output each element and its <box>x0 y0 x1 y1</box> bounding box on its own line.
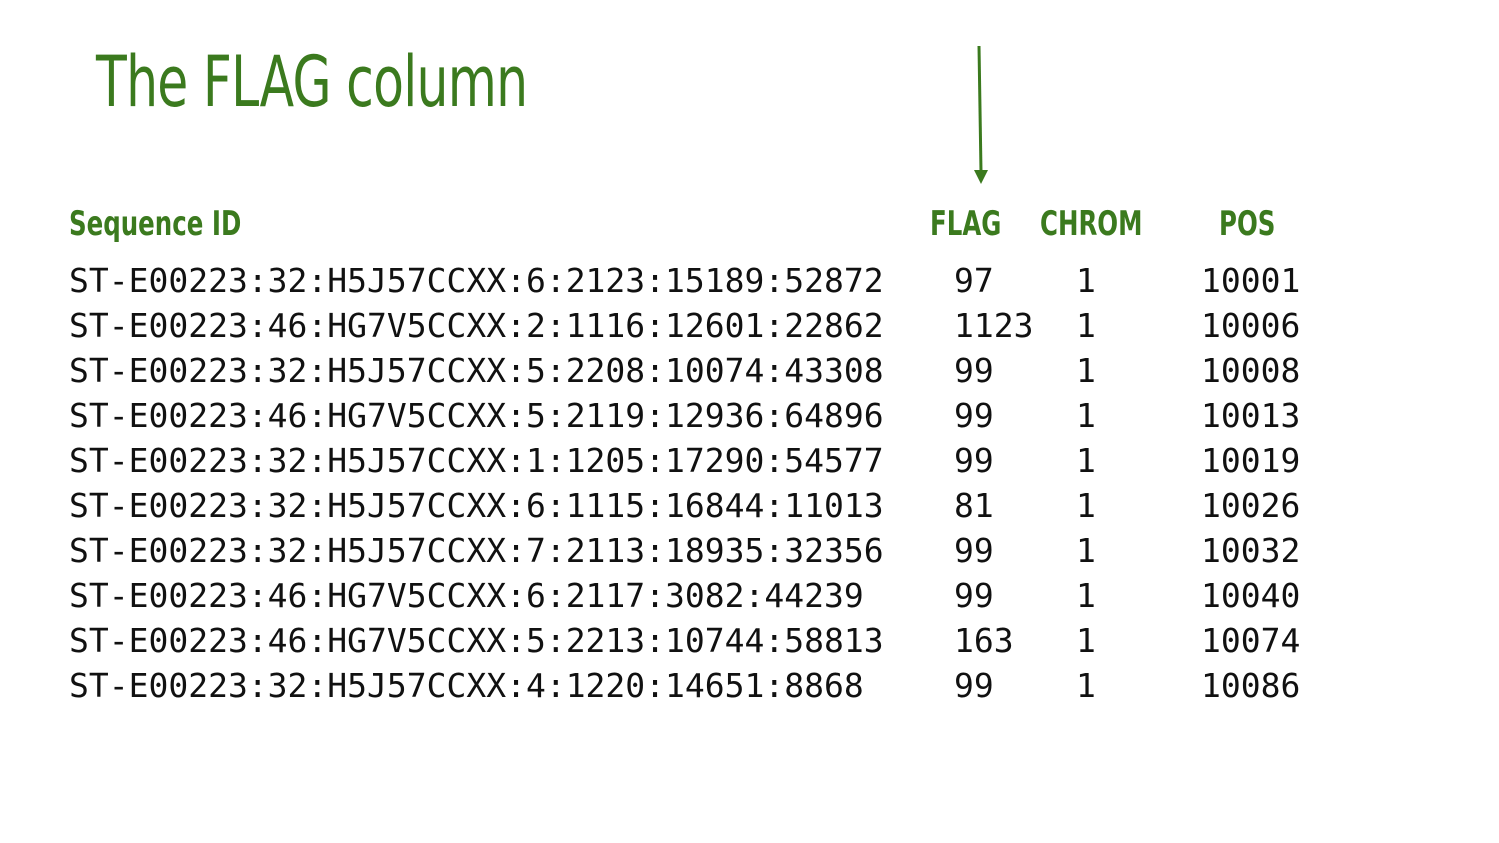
cell-pos: 10019 <box>1201 441 1301 480</box>
table-row: ST-E00223:32:H5J57CCXX:5:2208:10074:4330… <box>0 348 1499 393</box>
header-chrom: CHROM <box>1040 204 1143 244</box>
cell-flag: 99 <box>954 351 994 390</box>
table-row: ST-E00223:32:H5J57CCXX:6:2123:15189:5287… <box>0 258 1499 303</box>
table-row: ST-E00223:46:HG7V5CCXX:6:2117:3082:44239… <box>0 573 1499 618</box>
cell-flag: 99 <box>954 531 994 570</box>
cell-pos: 10008 <box>1201 351 1301 390</box>
cell-chrom: 1 <box>1076 441 1096 480</box>
header-pos: POS <box>1219 204 1276 244</box>
cell-chrom: 1 <box>1076 351 1096 390</box>
header-flag: FLAG <box>930 204 1002 244</box>
cell-sequence-id: ST-E00223:32:H5J57CCXX:4:1220:14651:8868 <box>69 666 864 705</box>
cell-chrom: 1 <box>1076 666 1096 705</box>
cell-sequence-id: ST-E00223:32:H5J57CCXX:6:2123:15189:5287… <box>69 261 884 300</box>
cell-chrom: 1 <box>1076 396 1096 435</box>
cell-pos: 10026 <box>1201 486 1301 525</box>
table-row: ST-E00223:32:H5J57CCXX:6:1115:16844:1101… <box>0 483 1499 528</box>
cell-chrom: 1 <box>1076 576 1096 615</box>
cell-sequence-id: ST-E00223:32:H5J57CCXX:1:1205:17290:5457… <box>69 441 884 480</box>
table-row: ST-E00223:46:HG7V5CCXX:5:2119:12936:6489… <box>0 393 1499 438</box>
table-row: ST-E00223:46:HG7V5CCXX:5:2213:10744:5881… <box>0 618 1499 663</box>
slide-title: The FLAG column <box>96 41 528 123</box>
cell-sequence-id: ST-E00223:46:HG7V5CCXX:2:1116:12601:2286… <box>69 306 884 345</box>
cell-chrom: 1 <box>1076 621 1096 660</box>
cell-chrom: 1 <box>1076 486 1096 525</box>
cell-chrom: 1 <box>1076 306 1096 345</box>
cell-flag: 1123 <box>954 306 1034 345</box>
slide: The FLAG column Sequence ID FLAG CHROM P… <box>0 0 1499 843</box>
cell-sequence-id: ST-E00223:32:H5J57CCXX:7:2113:18935:3235… <box>69 531 884 570</box>
cell-flag: 81 <box>954 486 994 525</box>
cell-pos: 10086 <box>1201 666 1301 705</box>
cell-sequence-id: ST-E00223:32:H5J57CCXX:6:1115:16844:1101… <box>69 486 884 525</box>
cell-flag: 99 <box>954 576 994 615</box>
cell-flag: 163 <box>954 621 1014 660</box>
cell-chrom: 1 <box>1076 261 1096 300</box>
down-arrow-icon <box>974 45 988 184</box>
cell-pos: 10001 <box>1201 261 1301 300</box>
cell-sequence-id: ST-E00223:46:HG7V5CCXX:6:2117:3082:44239 <box>69 576 864 615</box>
cell-pos: 10006 <box>1201 306 1301 345</box>
cell-pos: 10074 <box>1201 621 1301 660</box>
table-row: ST-E00223:46:HG7V5CCXX:2:1116:12601:2286… <box>0 303 1499 348</box>
cell-flag: 99 <box>954 441 994 480</box>
table-body: ST-E00223:32:H5J57CCXX:6:2123:15189:5287… <box>0 258 1499 708</box>
header-sequence-id: Sequence ID <box>69 204 242 244</box>
cell-pos: 10032 <box>1201 531 1301 570</box>
cell-pos: 10040 <box>1201 576 1301 615</box>
cell-sequence-id: ST-E00223:46:HG7V5CCXX:5:2119:12936:6489… <box>69 396 884 435</box>
cell-flag: 99 <box>954 396 994 435</box>
table-row: ST-E00223:32:H5J57CCXX:1:1205:17290:5457… <box>0 438 1499 483</box>
cell-sequence-id: ST-E00223:32:H5J57CCXX:5:2208:10074:4330… <box>69 351 884 390</box>
cell-pos: 10013 <box>1201 396 1301 435</box>
cell-chrom: 1 <box>1076 531 1096 570</box>
cell-flag: 97 <box>954 261 994 300</box>
cell-flag: 99 <box>954 666 994 705</box>
table-row: ST-E00223:32:H5J57CCXX:7:2113:18935:3235… <box>0 528 1499 573</box>
table-row: ST-E00223:32:H5J57CCXX:4:1220:14651:8868… <box>0 663 1499 708</box>
cell-sequence-id: ST-E00223:46:HG7V5CCXX:5:2213:10744:5881… <box>69 621 884 660</box>
